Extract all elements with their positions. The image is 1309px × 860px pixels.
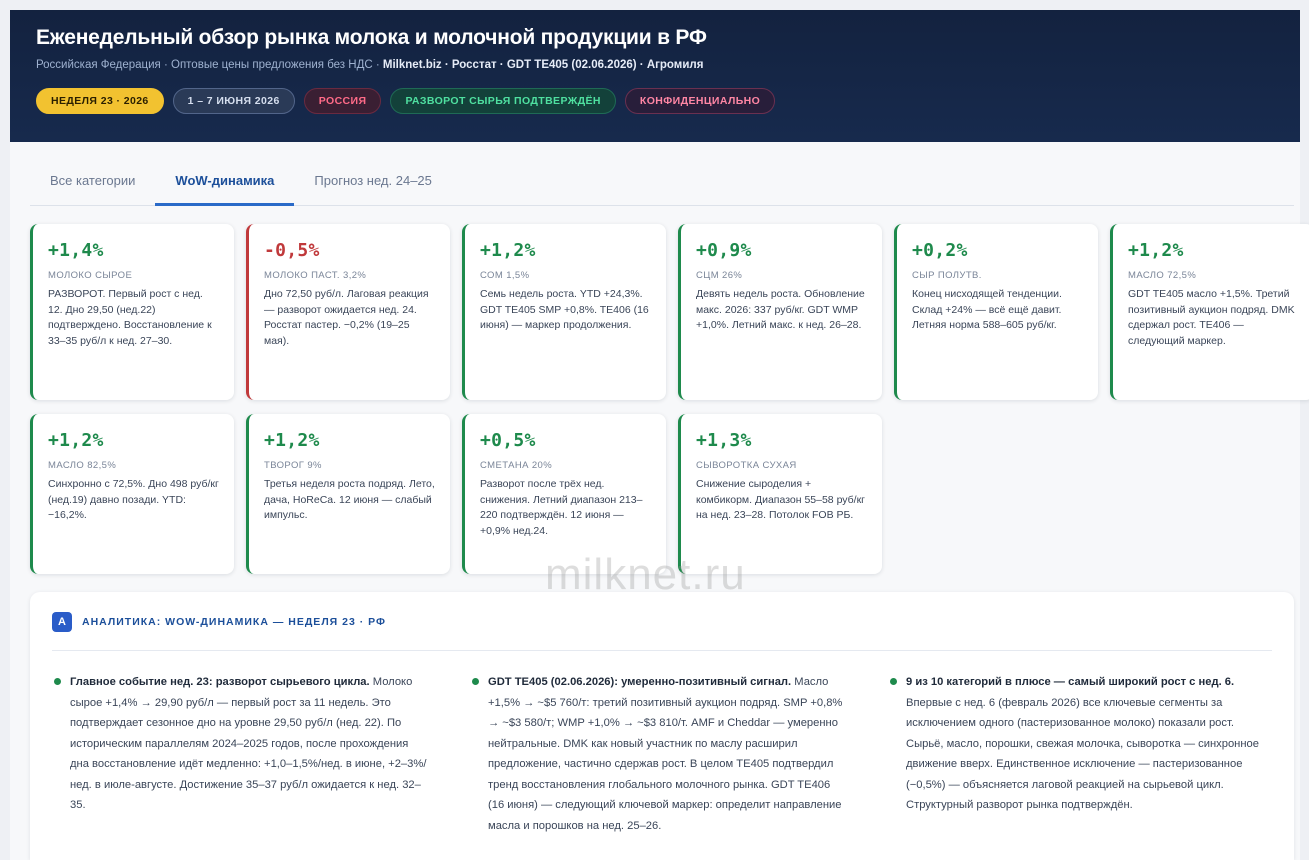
kpi-change-value: +0,2% — [912, 240, 968, 261]
analytics-heading: Главное событие нед. 23: разворот сырьев… — [70, 676, 370, 688]
kpi-card[interactable]: +1,2% ТВОРОГ 9% Третья неделя роста подряд… — [246, 414, 450, 574]
kpi-category: СЫВОРОТКА СУХАЯ — [696, 460, 797, 471]
kpi-description: РАЗВОРОТ. Первый рост с нед. 12. Дно 29,… — [48, 288, 212, 347]
kpi-category: МАСЛО 72,5% — [1128, 270, 1197, 281]
divider — [52, 650, 1272, 651]
kpi-description: Дно 72,50 руб/л. Лаговая реакция — разво… — [264, 288, 429, 347]
kpi-category: МАСЛО 82,5% — [48, 460, 117, 471]
kpi-card[interactable]: -0,5% МОЛОКО ПАСТ. 3,2% Дно 72,50 руб/л. Л… — [246, 224, 450, 400]
kpi-card[interactable]: +0,2% СЫР ПОЛУТВ. Конец нисходящей тенденц… — [894, 224, 1098, 400]
kpi-description: Конец нисходящей тенденции. Склад +24% —… — [912, 288, 1062, 331]
kpi-description: Третья неделя роста подряд. Лето, дача, … — [264, 478, 435, 521]
kpi-description: Синхронно с 72,5%. Дно 498 руб/кг (нед.1… — [48, 478, 219, 521]
tab-bar: Все категории WoW-динамика Прогноз нед. … — [30, 164, 1294, 206]
kpi-change-value: +1,2% — [264, 430, 320, 451]
kpi-card[interactable]: +0,9% СЦМ 26% Девять недель роста. Обновле… — [678, 224, 882, 400]
subtitle-sources-plain: Российская Федерация · Оптовые цены пред… — [36, 59, 383, 71]
kpi-change-value: +1,4% — [48, 240, 104, 261]
kpi-category: ТВОРОГ 9% — [264, 460, 322, 471]
analytics-letter-icon: A — [52, 612, 72, 632]
kpi-category: СМЕТАНА 20% — [480, 460, 553, 471]
kpi-change-value: +1,2% — [480, 240, 536, 261]
tab-forecast[interactable]: Прогноз нед. 24–25 — [294, 164, 451, 206]
kpi-category: СЦМ 26% — [696, 270, 743, 281]
confidential-badge: КОНФИДЕНЦИАЛЬНО — [624, 88, 776, 114]
analytics-body: Молоко сырое +1,4% → 29,90 руб/л — первы… — [70, 676, 427, 811]
analytics-body: Впервые с нед. 6 (февраль 2026) все ключ… — [906, 696, 1259, 812]
subtitle-sources-bold: Milknet.biz · Росстат · GDT TE405 (02.06… — [382, 59, 704, 71]
week-badge: НЕДЕЛЯ 23 · 2026 — [36, 88, 164, 114]
analytics-column-1: Главное событие нед. 23: разворот сырьев… — [52, 672, 430, 816]
kpi-change-value: +0,9% — [696, 240, 752, 261]
analytics-column-2: GDT TE405 (02.06.2026): умеренно-позитив… — [470, 672, 848, 836]
kpi-card[interactable]: +1,2% МАСЛО 72,5% GDT TE405 масло +1,5%. Т… — [1110, 224, 1309, 400]
tab-wow-dynamics[interactable]: WoW-динамика — [155, 164, 295, 206]
analytics-heading: 9 из 10 категорий в плюсе — самый широки… — [906, 676, 1235, 688]
analytics-column-3: 9 из 10 категорий в плюсе — самый широки… — [888, 672, 1266, 816]
bullet-icon — [890, 678, 897, 685]
analytics-header: A АНАЛИТИКА: WOW-ДИНАМИКА — НЕДЕЛЯ 23 · … — [52, 612, 386, 632]
report-header: Еженедельный обзор рынка молока и молочн… — [10, 10, 1300, 142]
page-title: Еженедельный обзор рынка молока и молочн… — [36, 26, 707, 49]
kpi-description: GDT TE405 масло +1,5%. Третий позитивный… — [1128, 288, 1295, 347]
tab-all-categories[interactable]: Все категории — [30, 164, 155, 206]
analytics-heading: GDT TE405 (02.06.2026): умеренно-позитив… — [488, 676, 792, 688]
date-range-badge: 1 – 7 ИЮНЯ 2026 — [172, 88, 295, 114]
kpi-change-value: +1,3% — [696, 430, 752, 451]
kpi-card[interactable]: +1,4% МОЛОКО СЫРОЕ РАЗВОРОТ. Первый рост с… — [30, 224, 234, 400]
kpi-card[interactable]: +1,2% СОМ 1,5% Семь недель роста. YTD +24,… — [462, 224, 666, 400]
kpi-category: МОЛОКО СЫРОЕ — [48, 270, 133, 281]
kpi-change-value: +1,2% — [1128, 240, 1184, 261]
kpi-card[interactable]: +1,2% МАСЛО 82,5% Синхронно с 72,5%. Дно 4… — [30, 414, 234, 574]
kpi-description: Семь недель роста. YTD +24,3%. GDT TE405… — [480, 288, 649, 331]
kpi-change-value: +1,2% — [48, 430, 104, 451]
header-badges: НЕДЕЛЯ 23 · 2026 1 – 7 ИЮНЯ 2026 РОССИЯ … — [36, 88, 1274, 114]
content-panel: Все категории WoW-динамика Прогноз нед. … — [10, 142, 1309, 860]
header-subtitle: Российская Федерация · Оптовые цены пред… — [36, 59, 1274, 71]
analytics-body: Масло +1,5% → ~$5 760/т: третий позитивн… — [488, 676, 843, 832]
kpi-description: Девять недель роста. Обновление макс. 20… — [696, 288, 865, 331]
analytics-title: АНАЛИТИКА: WOW-ДИНАМИКА — НЕДЕЛЯ 23 · РФ — [82, 616, 386, 628]
kpi-category: СОМ 1,5% — [480, 270, 530, 281]
kpi-description: Разворот после трёх нед. снижения. Летни… — [480, 478, 643, 537]
analytics-section: A АНАЛИТИКА: WOW-ДИНАМИКА — НЕДЕЛЯ 23 · … — [30, 592, 1294, 860]
kpi-description: Снижение сыроделия + комбикорм. Диапазон… — [696, 478, 866, 521]
region-badge: РОССИЯ — [303, 88, 382, 114]
kpi-change-value: -0,5% — [264, 240, 320, 261]
status-badge: РАЗВОРОТ СЫРЬЯ ПОДТВЕРЖДЁН — [390, 88, 616, 114]
kpi-change-value: +0,5% — [480, 430, 536, 451]
bullet-icon — [54, 678, 61, 685]
bullet-icon — [472, 678, 479, 685]
kpi-category: МОЛОКО ПАСТ. 3,2% — [264, 270, 367, 281]
kpi-category: СЫР ПОЛУТВ. — [912, 270, 982, 281]
